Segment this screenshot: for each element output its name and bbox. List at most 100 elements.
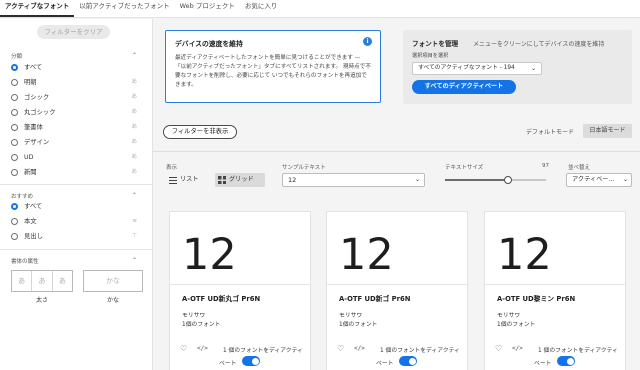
category-ud[interactable]: UD あ — [11, 153, 137, 164]
kana-selector: かな — [83, 270, 143, 292]
tab-active-fonts[interactable]: アクティブなフォント — [0, 0, 75, 17]
category-label: 明朝 — [24, 79, 37, 86]
tab-favorites[interactable]: お気に入り — [240, 0, 283, 17]
category-gothic[interactable]: ゴシック あ — [11, 93, 137, 104]
grid-view-button[interactable]: グリッド — [215, 173, 265, 187]
sample-text-input[interactable]: 12 ⌄ — [282, 173, 425, 187]
radio-button[interactable] — [11, 79, 18, 86]
deactivate-label-cont: ベート — [219, 361, 237, 367]
weight-light-option[interactable]: あ — [12, 271, 33, 291]
sample-text-value: 12 — [288, 176, 297, 184]
recommend-label: すべて — [24, 203, 43, 210]
font-sample-text: 12 — [497, 230, 552, 280]
card-actions: ♡ </> 1 個のフォントをディアクティ ベート — [335, 345, 469, 369]
activation-toggle[interactable] — [557, 356, 575, 366]
deactivate-all-button[interactable]: すべてのディアクティベート — [412, 80, 516, 94]
foundry-name[interactable]: モリサワ — [339, 310, 362, 319]
tab-web-projects[interactable]: Web プロジェクト — [175, 0, 240, 17]
divider — [0, 249, 152, 250]
font-family-name[interactable]: A-OTF UD新丸ゴ Pr6N — [182, 293, 260, 303]
grid-icon — [218, 176, 226, 184]
sort-dropdown[interactable]: アクティベー... ⌄ — [566, 173, 632, 187]
category-design[interactable]: デザイン あ — [11, 138, 137, 149]
radio-button[interactable] — [11, 124, 18, 131]
sample-text-label: サンプルテキスト — [282, 165, 326, 171]
radio-button[interactable] — [11, 139, 18, 146]
divider — [0, 184, 152, 185]
radio-button[interactable] — [11, 203, 18, 210]
kana-option[interactable]: かな — [84, 271, 142, 291]
radio-button[interactable] — [11, 169, 18, 176]
radio-button[interactable] — [11, 94, 18, 101]
slider-thumb[interactable] — [503, 176, 512, 184]
font-card[interactable]: 12 A-OTF UD新丸ゴ Pr6N モリサワ 1個のフォント ♡ </> 1… — [169, 211, 311, 370]
radio-button[interactable] — [11, 233, 18, 240]
kana-label: かな — [106, 297, 119, 304]
paragraph-icon: ≡ — [132, 218, 137, 224]
code-icon[interactable]: </> — [512, 345, 523, 352]
category-all[interactable]: すべて — [11, 63, 137, 74]
manage-fonts-panel: フォントを管理 メニューをクリーンにしてデバイスの速度を維持 選択項目を選択 す… — [403, 30, 632, 104]
chevron-up-icon[interactable]: ⌃ — [132, 257, 137, 264]
slider-fill — [445, 179, 508, 181]
chevron-up-icon[interactable]: ⌃ — [132, 52, 137, 59]
weight-bold-option[interactable]: あ — [53, 271, 72, 291]
chevron-down-icon[interactable]: ⌄ — [415, 174, 420, 186]
category-group-header[interactable]: 分類 ⌃ — [11, 52, 137, 62]
heading-icon: ⊤ — [132, 233, 137, 239]
heart-icon[interactable]: ♡ — [495, 345, 502, 353]
radio-button[interactable] — [11, 109, 18, 116]
category-newspaper[interactable]: 新聞 あ — [11, 168, 137, 179]
radio-button[interactable] — [11, 218, 18, 225]
font-count: 1個のフォント — [182, 322, 221, 328]
heart-icon[interactable]: ♡ — [337, 345, 344, 353]
recommend-heading-option[interactable]: 見出し ⊤ — [11, 232, 137, 243]
text-size-slider[interactable] — [445, 176, 546, 184]
radio-button[interactable] — [11, 154, 18, 161]
category-heading: 分類 — [11, 54, 23, 60]
chevron-up-icon[interactable]: ⌃ — [132, 192, 137, 199]
font-count: 1個のフォント — [339, 322, 378, 328]
category-label: 筆書体 — [24, 124, 43, 131]
font-family-name[interactable]: A-OTF UD黎ミン Pr6N — [497, 293, 575, 303]
recommend-all[interactable]: すべて — [11, 202, 137, 213]
design-sample-icon: あ — [131, 139, 137, 145]
font-card[interactable]: 12 A-OTF UD新ゴ Pr6N モリサワ 1個のフォント ♡ </> 1 … — [326, 211, 468, 370]
divider — [485, 284, 625, 285]
selection-label: 選択項目を選択 — [412, 53, 449, 59]
recommend-body[interactable]: 本文 ≡ — [11, 217, 137, 228]
category-mincho[interactable]: 明朝 あ — [11, 78, 137, 89]
foundry-name[interactable]: モリサワ — [497, 310, 520, 319]
foundry-name[interactable]: モリサワ — [182, 310, 205, 319]
hide-filters-button[interactable]: フィルターを非表示 — [163, 125, 237, 139]
font-card[interactable]: 12 A-OTF UD黎ミン Pr6N モリサワ 1個のフォント ♡ </> 1… — [484, 211, 626, 370]
category-maru-gothic[interactable]: 丸ゴシック あ — [11, 108, 137, 119]
category-brush[interactable]: 筆書体 あ — [11, 123, 137, 134]
recommend-group-header[interactable]: おすすめ ⌃ — [11, 192, 137, 202]
list-view-button[interactable]: リスト — [166, 173, 212, 187]
deactivate-label: 1 個のフォントをディアクティ — [223, 348, 303, 354]
activation-toggle[interactable] — [399, 356, 417, 366]
japanese-mode-button[interactable]: 日本語モード — [583, 124, 632, 138]
default-mode-button[interactable]: デフォルトモード — [526, 127, 574, 136]
code-icon[interactable]: </> — [354, 345, 365, 352]
radio-button[interactable] — [11, 64, 18, 71]
list-icon — [169, 177, 177, 184]
heart-icon[interactable]: ♡ — [180, 345, 187, 353]
tab-previously-active[interactable]: 以前アクティブだったフォント — [74, 0, 174, 17]
category-label: すべて — [24, 64, 43, 71]
divider — [327, 284, 467, 285]
clear-filters-button[interactable]: フィルターをクリア — [37, 25, 110, 39]
weight-regular-option[interactable]: あ — [32, 271, 53, 291]
text-size-value: 97 — [542, 163, 549, 169]
props-heading: 書体の属性 — [11, 259, 39, 265]
category-label: UD — [24, 154, 34, 161]
code-icon[interactable]: </> — [197, 345, 208, 352]
font-family-name[interactable]: A-OTF UD新ゴ Pr6N — [339, 293, 410, 303]
props-group-header[interactable]: 書体の属性 ⌃ — [11, 257, 137, 267]
activation-toggle[interactable] — [242, 356, 260, 366]
deactivate-label-cont: ベート — [376, 361, 394, 367]
category-label: 新聞 — [24, 169, 37, 176]
selection-value: すべてのアクティブなフォント - 194 — [418, 65, 515, 71]
font-selection-dropdown[interactable]: すべてのアクティブなフォント - 194 ⌄ — [412, 62, 542, 75]
